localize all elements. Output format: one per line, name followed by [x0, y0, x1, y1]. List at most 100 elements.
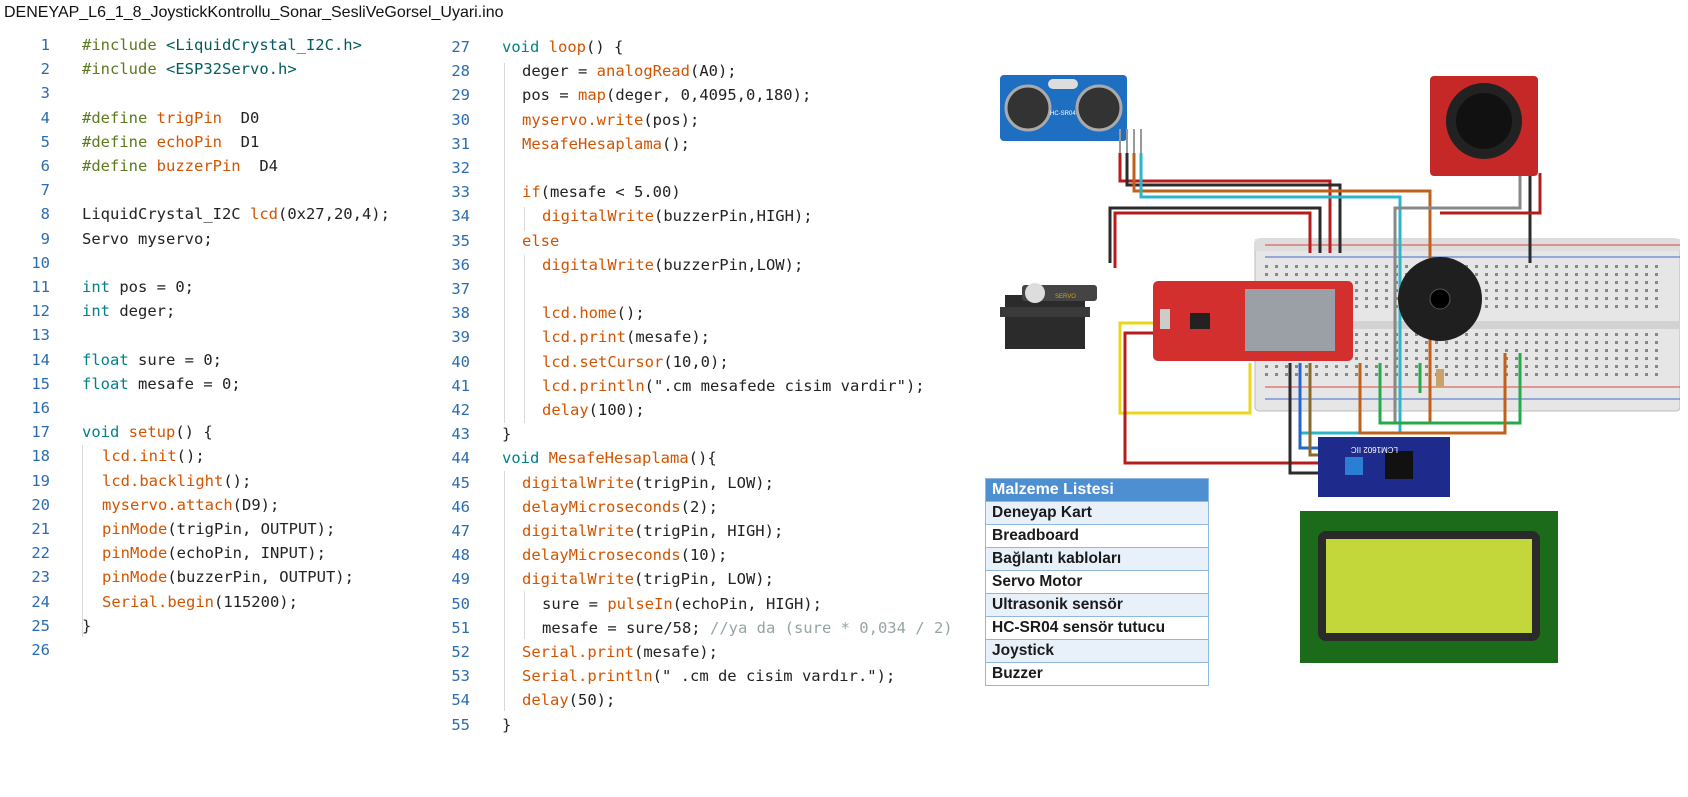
line-number: 44: [451, 449, 470, 468]
code-line[interactable]: 47 digitalWrite(trigPin, HIGH);: [451, 519, 982, 543]
code-line[interactable]: 49 digitalWrite(trigPin, LOW);: [451, 567, 982, 591]
code-line[interactable]: 38 lcd.home();: [451, 301, 982, 325]
line-number: 1: [40, 36, 50, 54]
code-line[interactable]: 13: [0, 323, 450, 347]
code-line[interactable]: 1 #include <LiquidCrystal_I2C.h>: [0, 33, 450, 57]
code-text: }: [502, 425, 512, 444]
code-line[interactable]: 37: [451, 277, 982, 301]
line-number: 22: [31, 544, 50, 563]
code-line[interactable]: 30 myservo.write(pos);: [451, 108, 982, 132]
code-text: lcd.println(".cm mesafede cisim vardir")…: [542, 376, 925, 395]
code-line[interactable]: 31 MesafeHesaplama();: [451, 132, 982, 156]
i2c-label: LCM1602 IIC: [1351, 445, 1398, 454]
code-line[interactable]: 24 Serial.begin(115200);: [0, 590, 450, 614]
code-line[interactable]: 10: [0, 251, 450, 275]
code-line[interactable]: 32: [451, 156, 982, 180]
code-line[interactable]: 27 void loop() {: [451, 35, 982, 59]
code-line[interactable]: 17 void setup() {: [0, 420, 450, 444]
code-line[interactable]: 48 delayMicroseconds(10);: [451, 543, 982, 567]
material-list-header: Malzeme Listesi: [986, 479, 1208, 501]
code-line[interactable]: 36 digitalWrite(buzzerPin,LOW);: [451, 253, 982, 277]
material-list-item: Joystick: [986, 639, 1208, 662]
code-line[interactable]: 9 Servo myservo;: [0, 227, 450, 251]
code-text: #define trigPin D0: [82, 108, 260, 127]
line-number: 36: [451, 255, 470, 274]
code-line[interactable]: 40 lcd.setCursor(10,0);: [451, 350, 982, 374]
code-line[interactable]: 21 pinMode(trigPin, OUTPUT);: [0, 517, 450, 541]
code-line[interactable]: 12 int deger;: [0, 299, 450, 323]
code-line[interactable]: 39 lcd.print(mesafe);: [451, 325, 982, 349]
code-line[interactable]: 22 pinMode(echoPin, INPUT);: [0, 541, 450, 565]
code-line[interactable]: 46 delayMicroseconds(2);: [451, 495, 982, 519]
code-line[interactable]: 23 pinMode(buzzerPin, OUTPUT);: [0, 565, 450, 589]
code-text: lcd.setCursor(10,0);: [542, 352, 729, 371]
code-line[interactable]: 25}: [0, 614, 450, 638]
line-number: 10: [31, 253, 50, 272]
code-panel-right[interactable]: 27 void loop() {28 deger = analogRead(A0);…: [451, 35, 982, 795]
code-line[interactable]: 29 pos = map(deger, 0,4095,0,180);: [451, 83, 982, 107]
code-text: #define buzzerPin D4: [82, 157, 278, 175]
line-number: 33: [451, 183, 470, 202]
code-line[interactable]: 44 void MesafeHesaplama(){: [451, 446, 982, 470]
line-number: 25: [31, 616, 50, 635]
code-text: #define echoPin D1: [82, 132, 260, 151]
line-number: 19: [31, 471, 50, 490]
code-line[interactable]: 6 #define buzzerPin D4: [0, 154, 450, 178]
line-number: 29: [451, 86, 470, 105]
code-line[interactable]: 3: [0, 81, 450, 105]
code-line[interactable]: 51 mesafe = sure/58; //ya da (sure * 0,03…: [451, 616, 982, 640]
code-line[interactable]: 54 delay(50);: [451, 688, 982, 712]
indent-guide: [504, 63, 505, 423]
code-line[interactable]: 16: [0, 396, 450, 420]
code-line[interactable]: 34 digitalWrite(buzzerPin,HIGH);: [451, 204, 982, 228]
code-text: myservo.write(pos);: [522, 110, 700, 129]
line-number: 47: [451, 522, 470, 540]
line-number: 48: [451, 546, 470, 565]
material-list-item: Buzzer: [986, 662, 1208, 685]
code-line[interactable]: 50 sure = pulseIn(echoPin, HIGH);: [451, 592, 982, 616]
code-line[interactable]: 43}: [451, 422, 982, 446]
line-number: 51: [451, 618, 470, 637]
code-text: digitalWrite(buzzerPin,HIGH);: [542, 207, 813, 226]
code-text: pinMode(buzzerPin, OUTPUT);: [102, 568, 354, 587]
line-number: 37: [451, 280, 470, 298]
code-line[interactable]: 11 int pos = 0;: [0, 275, 450, 299]
code-line[interactable]: 33 if(mesafe < 5.00): [451, 180, 982, 204]
code-text: lcd.init();: [102, 447, 205, 466]
code-line[interactable]: 15 float mesafe = 0;: [0, 372, 450, 396]
code-line[interactable]: 41 lcd.println(".cm mesafede cisim vardir…: [451, 374, 982, 398]
code-text: pinMode(trigPin, OUTPUT);: [102, 520, 336, 538]
material-list-item: HC-SR04 sensör tutucu: [986, 616, 1208, 639]
code-line[interactable]: 19 lcd.backlight();: [0, 469, 450, 493]
code-line[interactable]: 8 LiquidCrystal_I2C lcd(0x27,20,4);: [0, 202, 450, 226]
code-line[interactable]: 5 #define echoPin D1: [0, 130, 450, 154]
code-line[interactable]: 55}: [451, 713, 982, 737]
code-line[interactable]: 35 else: [451, 229, 982, 253]
line-number: 8: [40, 205, 50, 224]
line-number: 6: [40, 157, 50, 175]
line-number: 11: [31, 278, 50, 296]
code-line[interactable]: 7: [0, 178, 450, 202]
code-text: digitalWrite(trigPin, LOW);: [522, 473, 774, 492]
code-line[interactable]: 20 myservo.attach(D9);: [0, 493, 450, 517]
line-number: 38: [451, 304, 470, 323]
code-line[interactable]: 18 lcd.init();: [0, 444, 450, 468]
code-line[interactable]: 4 #define trigPin D0: [0, 106, 450, 130]
code-text: }: [502, 715, 512, 734]
code-line[interactable]: 52 Serial.print(mesafe);: [451, 640, 982, 664]
code-text: #include <ESP32Servo.h>: [82, 60, 297, 79]
line-number: 4: [40, 108, 50, 127]
line-number: 52: [451, 643, 470, 661]
code-line[interactable]: 28 deger = analogRead(A0);: [451, 59, 982, 83]
code-text: mesafe = sure/58; //ya da (sure * 0,034 …: [542, 618, 953, 637]
code-line[interactable]: 45 digitalWrite(trigPin, LOW);: [451, 471, 982, 495]
code-line[interactable]: 26: [0, 638, 450, 662]
code-text: delayMicroseconds(10);: [522, 546, 728, 565]
code-panel-left[interactable]: 1 #include <LiquidCrystal_I2C.h> 2 #include…: [0, 33, 450, 673]
code-line[interactable]: 53 Serial.println(" .cm de cisim vardır."…: [451, 664, 982, 688]
code-line[interactable]: 42 delay(100);: [451, 398, 982, 422]
code-text: delay(100);: [542, 401, 645, 419]
code-line[interactable]: 2 #include <ESP32Servo.h>: [0, 57, 450, 81]
code-line[interactable]: 14 float sure = 0;: [0, 348, 450, 372]
code-text: #include <LiquidCrystal_I2C.h>: [82, 36, 362, 54]
